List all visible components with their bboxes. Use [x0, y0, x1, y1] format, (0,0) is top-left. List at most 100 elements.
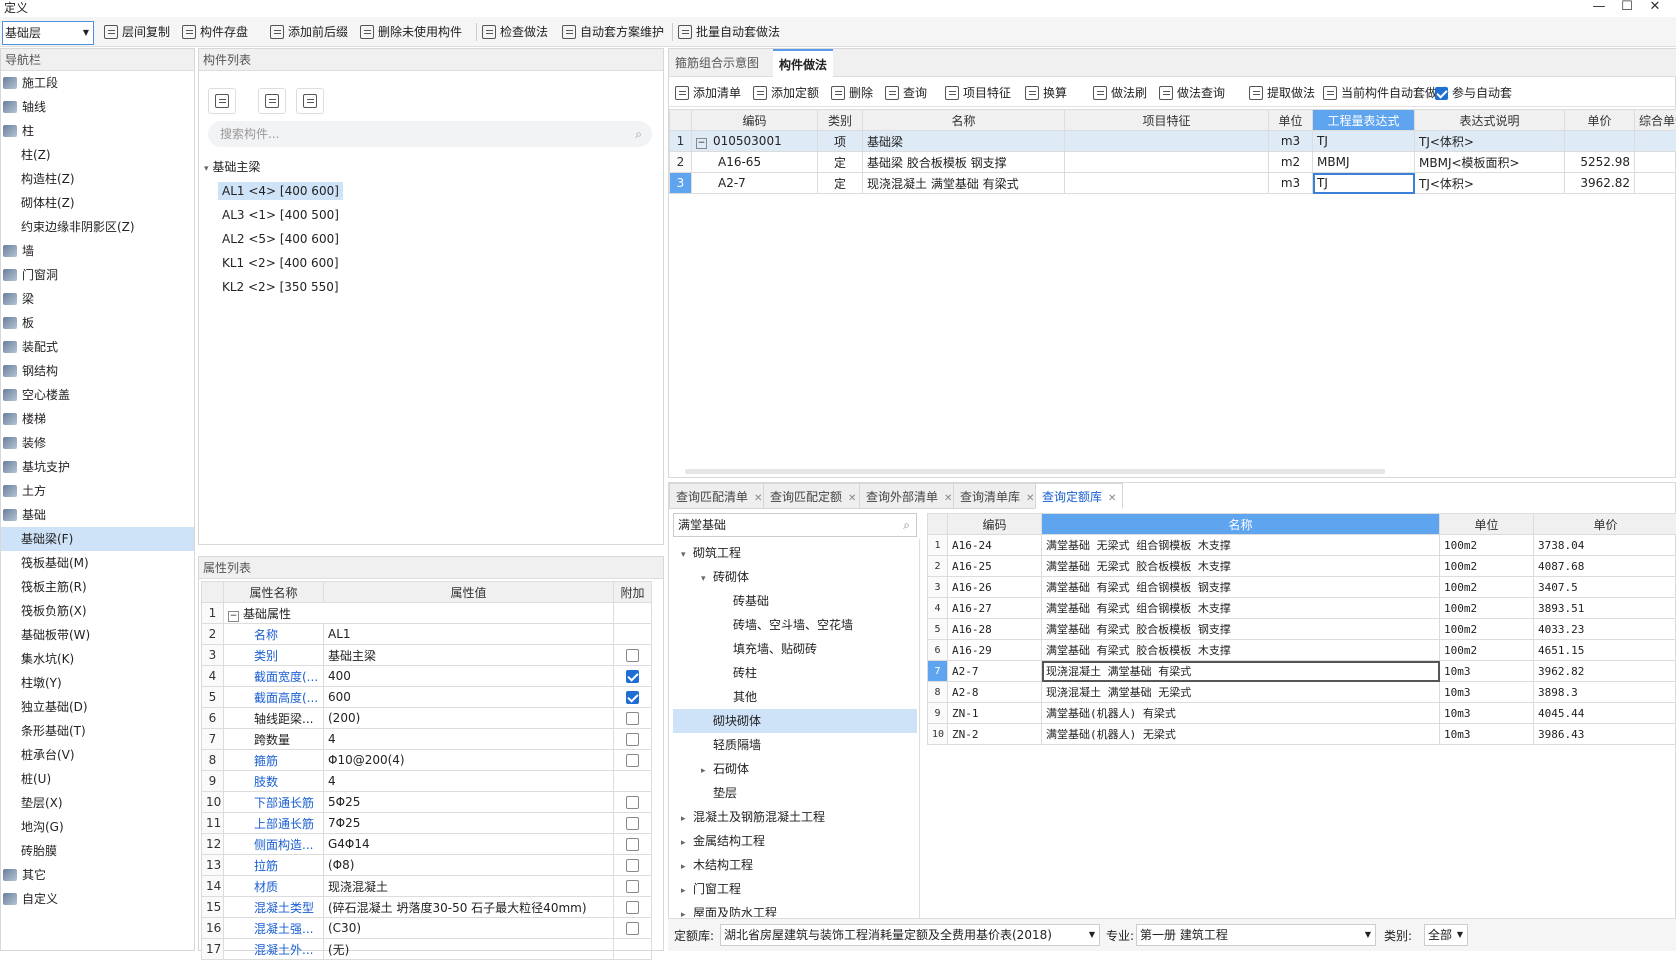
query-tab-2[interactable]: 查询外部清单✕: [859, 483, 959, 509]
component-item[interactable]: AL2 <5> [400 600]: [204, 227, 660, 251]
nav-item[interactable]: 梁: [1, 287, 194, 311]
quota-row[interactable]: 10ZN-2满堂基础(机器人) 无梁式10m33986.43: [928, 724, 1676, 745]
property-row[interactable]: 8箍筋Φ10@200(4): [202, 750, 652, 771]
nav-item[interactable]: 基础梁(F): [1, 527, 194, 551]
quota-tree-item[interactable]: ▸混凝土及钢筋混凝土工程: [673, 805, 917, 829]
method-unit[interactable]: m3: [1269, 173, 1313, 194]
nav-item[interactable]: 集水坑(K): [1, 647, 194, 671]
nav-item[interactable]: 墙: [1, 239, 194, 263]
nav-item[interactable]: 筏板基础(M): [1, 551, 194, 575]
quota-tree-item[interactable]: 垫层: [673, 781, 917, 805]
method-header[interactable]: 编码: [692, 110, 818, 131]
method-name[interactable]: 基础梁 胶合板模板 钢支撑: [863, 152, 1065, 173]
method-header[interactable]: 单位: [1269, 110, 1313, 131]
nav-item[interactable]: 柱(Z): [1, 143, 194, 167]
nav-item[interactable]: 轴线: [1, 95, 194, 119]
nav-item[interactable]: 基础: [1, 503, 194, 527]
method-tool-1[interactable]: 添加定额: [753, 82, 819, 104]
nav-item[interactable]: 约束边缘非阴影区(Z): [1, 215, 194, 239]
property-value[interactable]: (碎石混凝土 坍落度30-50 石子最大粒径40mm): [324, 897, 614, 918]
quota-header[interactable]: 单价: [1534, 514, 1676, 535]
method-tool-5[interactable]: 换算: [1025, 82, 1067, 104]
method-header[interactable]: 表达式说明: [1415, 110, 1565, 131]
method-name[interactable]: 现浇混凝土 满堂基础 有梁式: [863, 173, 1065, 194]
property-row[interactable]: 9肢数4: [202, 771, 652, 792]
property-row[interactable]: 1−基础属性: [202, 603, 652, 624]
extra-checkbox[interactable]: [626, 754, 639, 767]
horizontal-scrollbar[interactable]: [685, 469, 1385, 474]
component-group[interactable]: ▾ 基础主梁: [204, 155, 660, 179]
quota-row[interactable]: 2A16-25满堂基础 无梁式 胶合板模板 木支撑100m24087.68: [928, 556, 1676, 577]
nav-item[interactable]: 垫层(X): [1, 791, 194, 815]
quota-row[interactable]: 7A2-7现浇混凝土 满堂基础 有梁式10m33962.82: [928, 661, 1676, 682]
nav-item[interactable]: 桩承台(V): [1, 743, 194, 767]
close-button[interactable]: ✕: [1642, 0, 1668, 16]
property-row[interactable]: 11上部通长筋7Φ25: [202, 813, 652, 834]
method-tool-4[interactable]: 项目特征: [945, 82, 1011, 104]
method-tool-2[interactable]: 删除: [831, 82, 873, 104]
extra-checkbox[interactable]: [626, 922, 639, 935]
method-row[interactable]: 3A2-7定现浇混凝土 满堂基础 有梁式m3TJTJ<体积>3962.82: [670, 173, 1676, 194]
toolbar-button-1[interactable]: 构件存盘: [182, 21, 248, 43]
extra-checkbox[interactable]: [626, 670, 639, 683]
method-unit[interactable]: m3: [1269, 131, 1313, 152]
property-value[interactable]: Φ10@200(4): [324, 750, 614, 771]
maximize-button[interactable]: ☐: [1614, 0, 1640, 16]
property-row[interactable]: 12侧面构造...G4Φ14: [202, 834, 652, 855]
method-header[interactable]: 工程量表达式: [1313, 110, 1415, 131]
method-expression[interactable]: TJ: [1313, 173, 1415, 194]
method-name[interactable]: 基础梁: [863, 131, 1065, 152]
nav-item[interactable]: 筏板主筋(R): [1, 575, 194, 599]
extra-checkbox[interactable]: [626, 796, 639, 809]
property-value[interactable]: 5Φ25: [324, 792, 614, 813]
nav-item[interactable]: 构造柱(Z): [1, 167, 194, 191]
property-row[interactable]: 17混凝土外...(无): [202, 939, 652, 960]
method-expression[interactable]: MBMJ: [1313, 152, 1415, 173]
quota-tree-item[interactable]: 砖柱: [673, 661, 917, 685]
quota-lib-select[interactable]: 湖北省房屋建筑与装饰工程消耗量定额及全费用基价表(2018)▼: [720, 924, 1100, 946]
nav-item[interactable]: 装修: [1, 431, 194, 455]
quota-row[interactable]: 4A16-27满堂基础 有梁式 组合钢模板 木支撑100m23893.51: [928, 598, 1676, 619]
toolbar-button-0[interactable]: 层间复制: [104, 21, 170, 43]
quota-row[interactable]: 5A16-28满堂基础 有梁式 胶合板模板 钢支撑100m24033.23: [928, 619, 1676, 640]
nav-item[interactable]: 空心楼盖: [1, 383, 194, 407]
quota-row[interactable]: 3A16-26满堂基础 有梁式 组合钢模板 钢支撑100m23407.5: [928, 577, 1676, 598]
method-row[interactable]: 1−010503001项基础梁m3TJTJ<体积>: [670, 131, 1676, 152]
type-select[interactable]: 全部▼: [1424, 924, 1468, 946]
quota-row[interactable]: 8A2-8现浇混凝土 满堂基础 无梁式10m33898.3: [928, 682, 1676, 703]
property-row[interactable]: 4截面宽度(...400: [202, 666, 652, 687]
nav-item[interactable]: 施工段: [1, 71, 194, 95]
quota-search-input[interactable]: 满堂基础 ⌕: [673, 513, 917, 537]
method-row[interactable]: 2A16-65定基础梁 胶合板模板 钢支撑m2MBMJMBMJ<模板面积>525…: [670, 152, 1676, 173]
extra-checkbox[interactable]: [626, 712, 639, 725]
quota-header[interactable]: 编码: [948, 514, 1042, 535]
method-header[interactable]: 名称: [863, 110, 1065, 131]
nav-item[interactable]: 装配式: [1, 335, 194, 359]
copy-component-button[interactable]: [258, 88, 286, 114]
nav-item[interactable]: 土方: [1, 479, 194, 503]
layer-select[interactable]: 基础层 ▼: [2, 21, 94, 45]
nav-item[interactable]: 钢结构: [1, 359, 194, 383]
tab-stirrup-diagram[interactable]: 箍筋组合示意图: [669, 49, 765, 77]
quota-tree-item[interactable]: ▾砖砌体: [673, 565, 917, 589]
property-value[interactable]: (Φ8): [324, 855, 614, 876]
method-header[interactable]: 类别: [818, 110, 863, 131]
property-value[interactable]: 400: [324, 666, 614, 687]
property-value[interactable]: AL1: [324, 624, 614, 645]
method-tool-6[interactable]: 做法刷: [1093, 82, 1147, 104]
query-tab-4[interactable]: 查询定额库✕: [1035, 483, 1123, 509]
nav-item[interactable]: 门窗洞: [1, 263, 194, 287]
property-value[interactable]: (无): [324, 939, 614, 960]
method-tool-9[interactable]: 当前构件自动套做法: [1323, 82, 1449, 104]
component-item[interactable]: AL3 <1> [400 500]: [204, 203, 660, 227]
nav-item[interactable]: 自定义: [1, 887, 194, 911]
method-feature[interactable]: [1065, 131, 1269, 152]
property-row[interactable]: 5截面高度(...600: [202, 687, 652, 708]
new-component-button[interactable]: [208, 88, 236, 114]
toolbar-button-6[interactable]: 批量自动套做法: [678, 21, 780, 43]
nav-item[interactable]: 独立基础(D): [1, 695, 194, 719]
quota-row[interactable]: 6A16-29满堂基础 有梁式 胶合板模板 木支撑100m24651.15: [928, 640, 1676, 661]
method-header[interactable]: 综合单价: [1635, 110, 1676, 131]
method-tool-10[interactable]: 参与自动套: [1435, 82, 1512, 104]
method-header[interactable]: 单价: [1565, 110, 1635, 131]
